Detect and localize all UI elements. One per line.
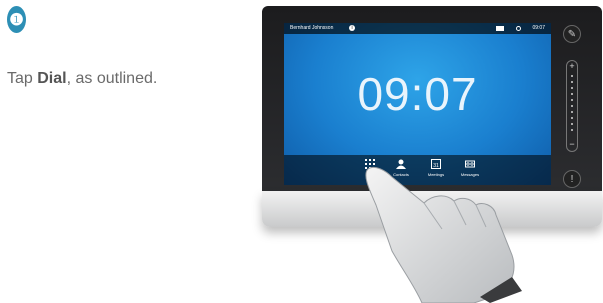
instruction-text: Tap Dial, as outlined. [7,70,157,88]
clock-display: 09:07 [357,68,478,120]
status-user-name[interactable]: Bernhard Johnsson [290,23,333,34]
status-bar: Bernhard Johnsson i 09:07 [284,23,551,34]
volume-down-icon[interactable]: − [567,139,577,149]
status-time: 09:07 [532,25,545,31]
camera-icon[interactable] [496,26,504,31]
volume-level-dots [571,75,573,135]
volume-up-icon[interactable]: + [567,61,577,71]
instruction-suffix: , as outlined. [66,70,158,87]
do-not-disturb-icon[interactable] [516,26,521,31]
pointing-hand-icon [365,166,522,303]
device-screen: Bernhard Johnsson i 09:07 09:07 Dial Con… [284,23,551,185]
microphone-mute-icon[interactable]: ✎ [563,25,581,43]
volume-control[interactable]: + − [566,60,578,152]
step-number-badge: ❶ [7,6,26,33]
alert-icon[interactable]: ! [563,170,581,188]
instruction-action: Dial [37,70,67,87]
instruction-prefix: Tap [7,70,38,87]
info-icon[interactable]: i [349,25,355,31]
